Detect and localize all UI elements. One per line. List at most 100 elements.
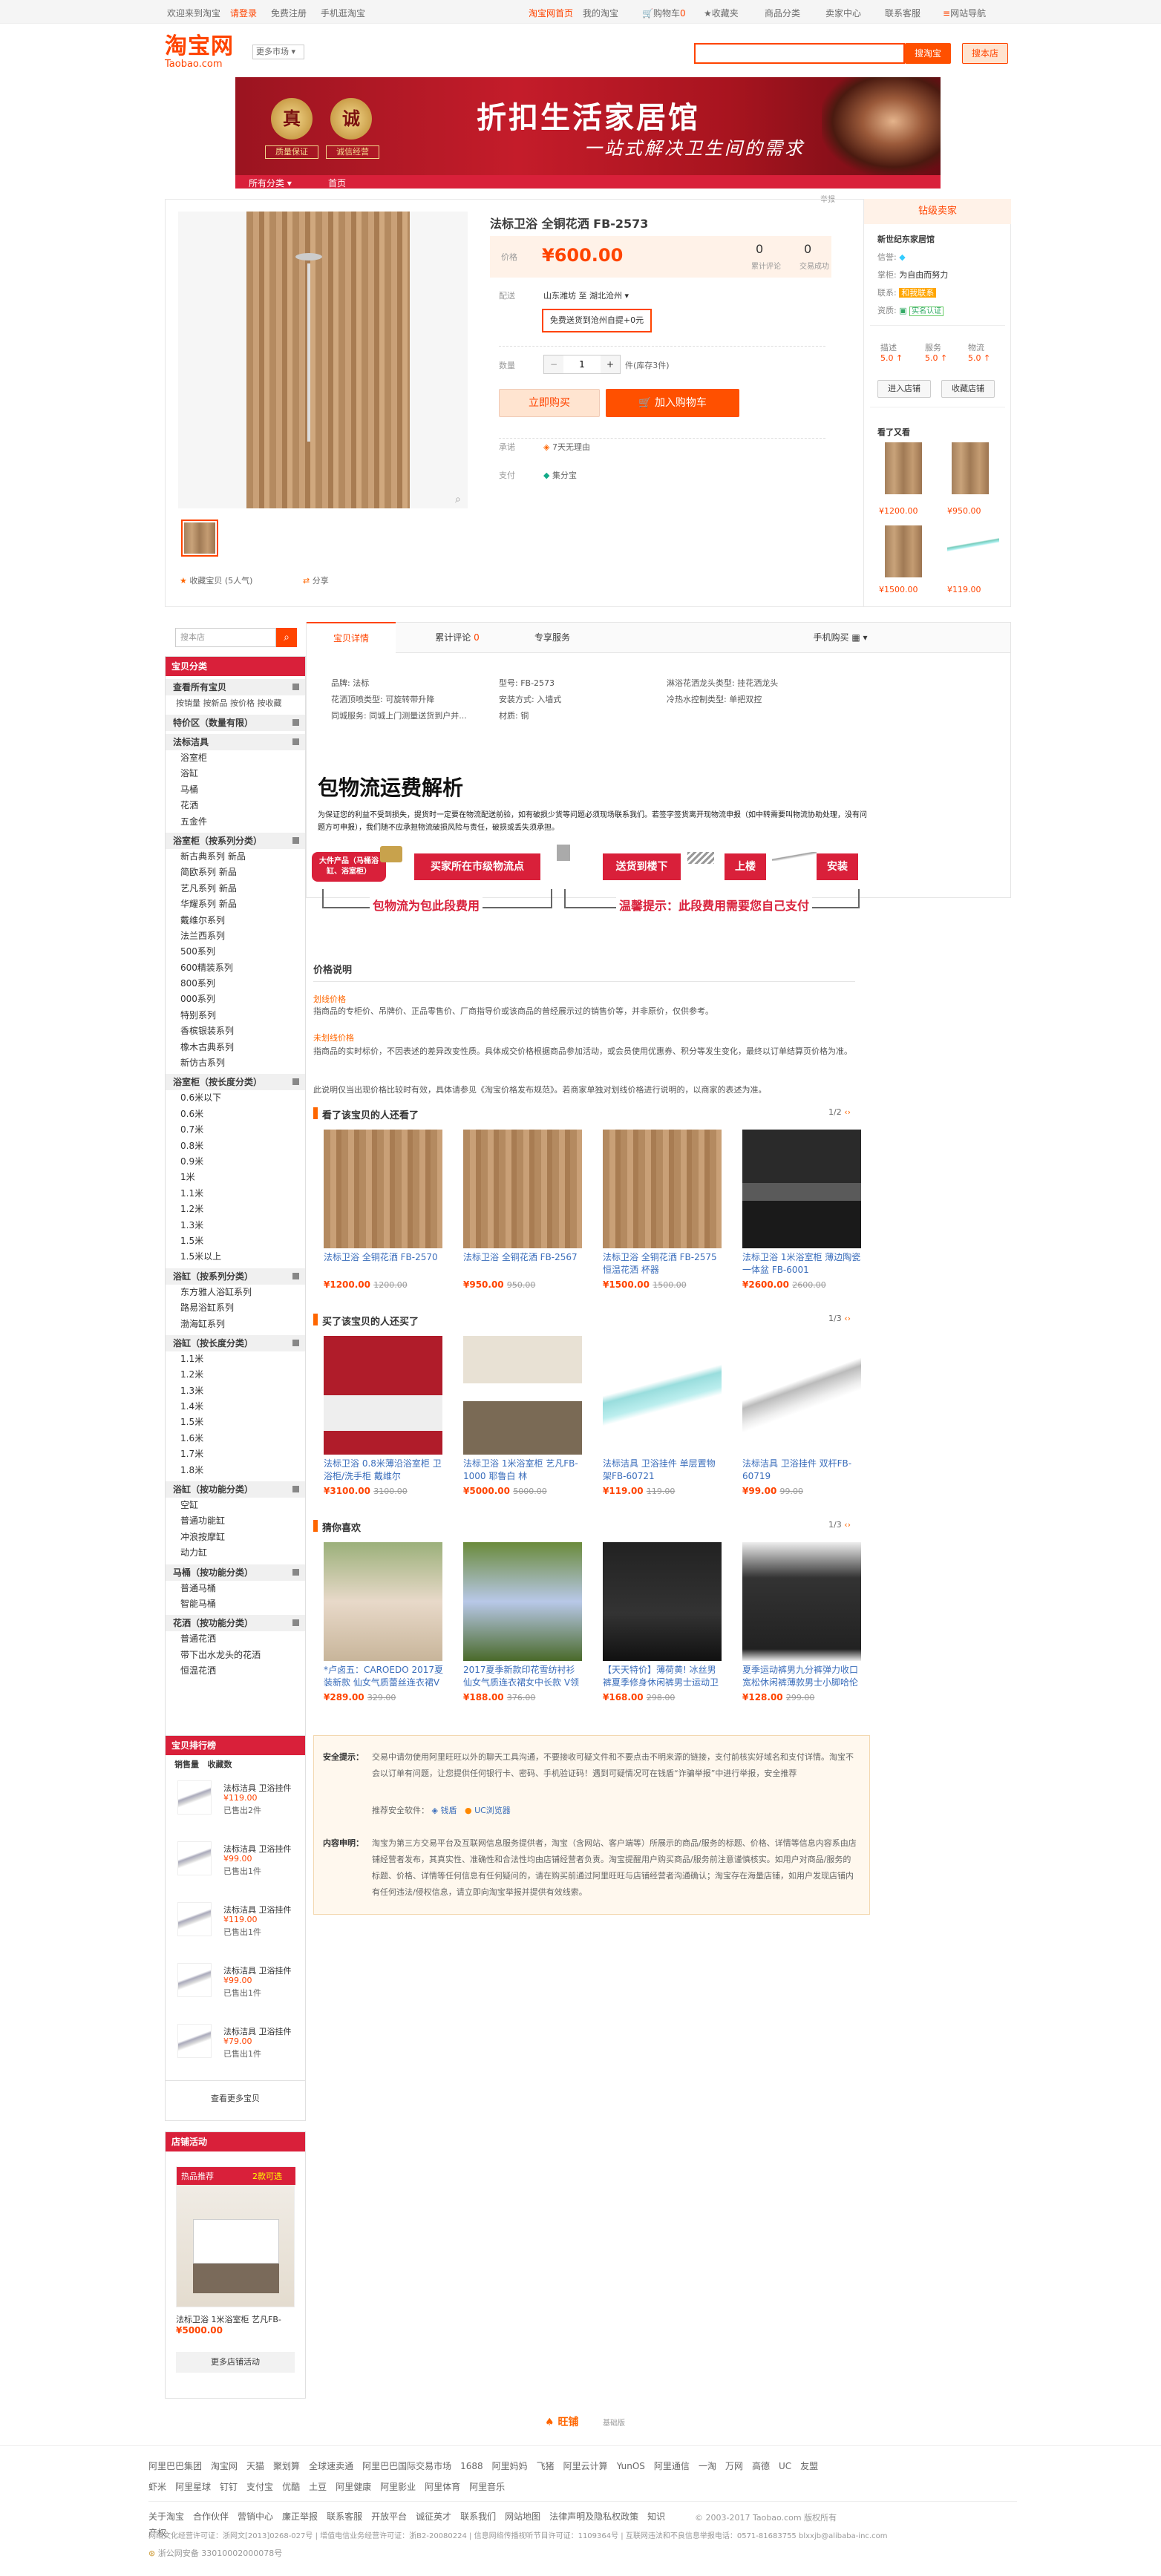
product-card-name[interactable]: 法标卫浴 1米浴室柜 薄边陶瓷一体盆 FB-6001 — [742, 1251, 863, 1276]
category-link[interactable]: 空缸 — [166, 1498, 305, 1513]
category-link[interactable]: 500系列 — [166, 944, 305, 960]
product-card[interactable]: 2017夏季新款印花雪纺衬衫仙女气质连衣裙女中长款 V领小 ¥188.00 37… — [463, 1542, 583, 1702]
contact-service-link[interactable]: 联系客服 — [885, 7, 920, 19]
footer-link[interactable]: 钉钉 — [220, 2482, 238, 2492]
category-link[interactable]: 1.1米 — [166, 1351, 305, 1367]
shipping-option[interactable]: 免费送货到沧州自提+0元 — [542, 309, 652, 332]
rank-item-image[interactable] — [177, 1963, 212, 1997]
store-search-input[interactable]: 搜本店 — [175, 628, 276, 647]
footer-link[interactable]: 法律声明及隐私权政策 — [549, 2511, 638, 2522]
category-link[interactable]: 0.6米 — [166, 1107, 305, 1122]
tab-mobile[interactable]: 手机购买 ▦ ▾ — [785, 623, 896, 652]
also-viewed-image[interactable] — [885, 525, 922, 577]
product-card-name[interactable]: 法标卫浴 0.8米薄沿浴室柜 卫浴柜/洗手柜 戴维尔 — [324, 1458, 444, 1483]
footer-link[interactable]: 阿里星球 — [175, 2482, 211, 2492]
next-page-icon[interactable]: › — [848, 1520, 851, 1530]
product-card-image[interactable] — [463, 1130, 582, 1248]
product-card[interactable]: 夏季运动裤男九分裤弹力收口宽松休闲裤薄款男士小脚哈伦 ¥128.00 299.0… — [742, 1542, 863, 1702]
rank-item-image[interactable] — [177, 2024, 212, 2058]
also-viewed-image[interactable] — [947, 537, 999, 552]
police-record[interactable]: ⊛ 浙公网安备 33010002000078号 — [148, 2547, 282, 2559]
categories-link[interactable]: 商品分类 — [765, 7, 800, 19]
footer-link[interactable]: 支付宝 — [246, 2482, 273, 2492]
also-viewed-image[interactable] — [952, 442, 989, 494]
category-link[interactable]: 渤海缸系列 — [166, 1317, 305, 1332]
nav-home[interactable]: 首页 — [328, 177, 346, 189]
view-all-link[interactable]: 查看所有宝贝 — [166, 679, 305, 695]
store-search-button[interactable]: ⌕ — [276, 628, 297, 647]
fav-shop-button[interactable]: 收藏店铺 — [941, 380, 995, 398]
footer-link[interactable]: 1688 — [460, 2461, 483, 2471]
category-link[interactable]: 1.7米 — [166, 1446, 305, 1462]
category-link[interactable]: 法兰西系列 — [166, 928, 305, 944]
product-card-image[interactable] — [324, 1130, 442, 1248]
product-card-image[interactable] — [463, 1336, 582, 1455]
rank-more-link[interactable]: 查看更多宝贝 — [166, 2092, 305, 2104]
search-input[interactable] — [694, 43, 905, 64]
product-card-image[interactable] — [742, 1336, 861, 1455]
footer-link[interactable]: YunOS — [617, 2461, 645, 2471]
product-card-image[interactable] — [324, 1542, 442, 1661]
category-link[interactable]: 普通花洒 — [166, 1631, 305, 1647]
rank-item-name[interactable]: 法标洁具 卫浴挂件 — [223, 1782, 292, 1794]
footer-link[interactable]: 阿里通信 — [654, 2461, 690, 2471]
footer-link[interactable]: 优酷 — [282, 2482, 300, 2492]
footer-link[interactable]: 一淘 — [699, 2461, 716, 2471]
product-card-image[interactable] — [742, 1130, 861, 1248]
footer-link[interactable]: 开放平台 — [371, 2511, 407, 2522]
product-card-name[interactable]: 【天天特价】薄荷黄! 冰丝男裤夏季修身休闲裤男士运动卫 — [603, 1664, 723, 1689]
pay-item[interactable]: ◆ 集分宝 — [543, 469, 577, 481]
product-card[interactable]: 法标卫浴 0.8米薄沿浴室柜 卫浴柜/洗手柜 戴维尔 ¥3100.00 3100… — [324, 1336, 444, 1496]
category-link[interactable]: 普通功能缸 — [166, 1513, 305, 1529]
product-card-image[interactable] — [324, 1336, 442, 1455]
qty-input[interactable] — [564, 355, 600, 373]
product-card-name[interactable]: 法标卫浴 1米浴室柜 艺凡FB-1000 耶鲁白 林 — [463, 1458, 583, 1483]
category-link[interactable]: 华耀系列 新品 — [166, 897, 305, 912]
tab-service[interactable]: 专享服务 — [511, 623, 593, 652]
next-page-icon[interactable]: › — [848, 1107, 851, 1117]
category-link[interactable]: 五金件 — [166, 814, 305, 830]
add-to-cart-button[interactable]: 🛒 加入购物车 — [606, 389, 739, 417]
product-card[interactable]: 法标卫浴 全铜花洒 FB-2567 ¥950.00 950.00 — [463, 1130, 583, 1290]
category-link[interactable]: 东方雅人浴缸系列 — [166, 1285, 305, 1300]
category-link[interactable]: 恒温花洒 — [166, 1663, 305, 1679]
footer-link[interactable]: 飞猪 — [537, 2461, 555, 2471]
taobao-home-link[interactable]: 淘宝网首页 — [529, 7, 573, 19]
nav-all-categories[interactable]: 所有分类 ▾ — [249, 177, 292, 189]
product-card-image[interactable] — [603, 1542, 722, 1661]
category-link[interactable]: 橡木古典系列 — [166, 1040, 305, 1055]
category-group-title[interactable]: 法标洁具 — [166, 734, 305, 750]
category-link[interactable]: 0.6米以下 — [166, 1090, 305, 1106]
activity-image[interactable]: 热品推荐 2款可选 — [176, 2166, 295, 2307]
footer-link[interactable]: 阿里巴巴集团 — [148, 2461, 202, 2471]
product-card-image[interactable] — [603, 1130, 722, 1248]
category-link[interactable]: 特别系列 — [166, 1008, 305, 1023]
footer-link[interactable]: 万网 — [725, 2461, 743, 2471]
footer-link[interactable]: 阿里巴巴国际交易市场 — [362, 2461, 451, 2471]
footer-link[interactable]: 淘宝网 — [211, 2461, 238, 2471]
footer-link[interactable]: 阿里影业 — [380, 2482, 416, 2492]
footer-link[interactable]: 聚划算 — [273, 2461, 300, 2471]
enter-shop-button[interactable]: 进入店铺 — [877, 380, 931, 398]
category-link[interactable]: 000系列 — [166, 992, 305, 1007]
site-nav-link[interactable]: ≡网站导航 — [943, 7, 986, 19]
footer-link[interactable]: 诚征英才 — [416, 2511, 451, 2522]
category-link[interactable]: 800系列 — [166, 976, 305, 992]
category-link[interactable]: 带下出水龙头的花洒 — [166, 1648, 305, 1663]
category-link[interactable]: 1.5米以上 — [166, 1249, 305, 1265]
product-card[interactable]: *卢卤五：CAROEDO 2017夏装新款 仙女气质蕾丝连衣裙V ¥289.00… — [324, 1542, 444, 1702]
category-link[interactable]: 1.3米 — [166, 1383, 305, 1399]
product-card[interactable]: 法标卫浴 全铜花洒 FB-2570 ¥1200.00 1200.00 — [324, 1130, 444, 1290]
activity-name[interactable]: 法标卫浴 1米浴室柜 艺凡FB- — [176, 2313, 302, 2325]
footer-link[interactable]: 土豆 — [309, 2482, 327, 2492]
category-link[interactable]: 花洒 — [166, 798, 305, 813]
search-taobao-button[interactable]: 搜淘宝 — [905, 43, 951, 64]
delivery-route[interactable]: 山东潍坊 至 湖北沧州 ▾ — [543, 289, 629, 301]
also-viewed-image[interactable] — [885, 442, 922, 494]
wangwang-button[interactable]: 和我联系 — [899, 288, 937, 298]
search-store-button[interactable]: 搜本店 — [962, 43, 1008, 64]
category-link[interactable]: 1.2米 — [166, 1367, 305, 1383]
product-card-name[interactable]: 法标卫浴 全铜花洒 FB-2575 恒温花洒 杯器 — [603, 1251, 723, 1276]
rank-tab-fav[interactable]: 收藏数 — [208, 1760, 232, 1769]
category-link[interactable]: 艺凡系列 新品 — [166, 881, 305, 897]
